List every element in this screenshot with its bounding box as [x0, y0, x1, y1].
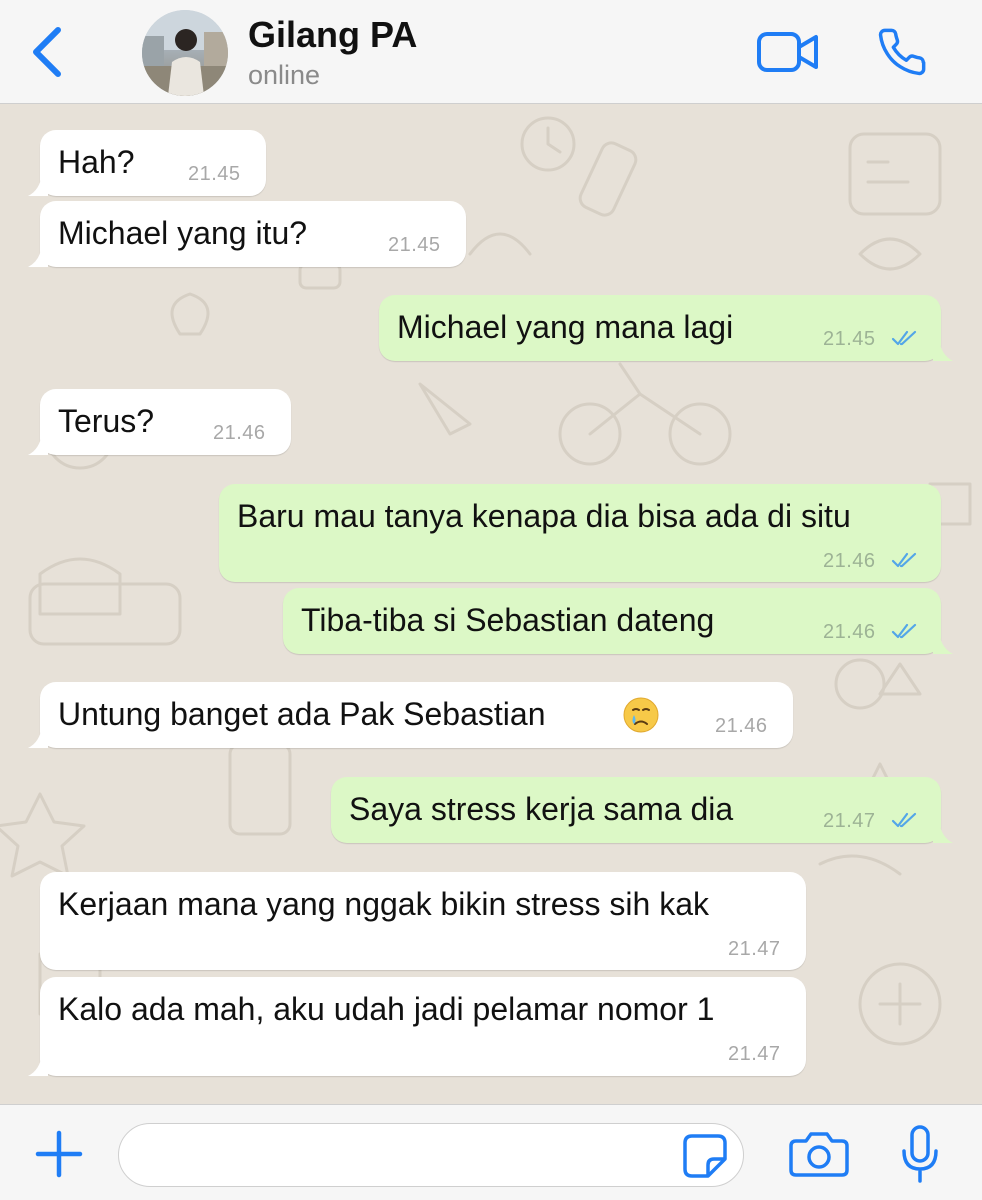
message-text: Michael yang itu? — [58, 215, 308, 251]
message-time: 21.46 — [715, 715, 768, 737]
message-bubble-outgoing[interactable]: Tiba-tiba si Sebastian dateng 21.46 — [283, 588, 953, 654]
back-button[interactable] — [28, 24, 68, 80]
message-bubble-incoming[interactable]: Michael yang itu? 21.45 — [28, 201, 466, 267]
bubble-tail — [28, 726, 48, 748]
sticker-button[interactable] — [682, 1133, 728, 1179]
message-text: Kerjaan mana yang nggak bikin stress sih… — [58, 886, 710, 922]
message-list[interactable]: Hah? 21.45 Michael yang itu? 21.45 Micha… — [0, 104, 982, 1104]
contact-name[interactable]: Gilang PA — [248, 14, 417, 56]
bubble-tail — [933, 821, 953, 843]
read-receipt-icon — [891, 330, 917, 346]
message-bubble-outgoing[interactable]: Michael yang mana lagi 21.45 — [379, 295, 953, 361]
message-composer — [0, 1104, 982, 1200]
message-time: 21.45 — [188, 163, 241, 185]
bubble-tail — [933, 339, 953, 361]
message-text: Tiba-tiba si Sebastian dateng — [301, 602, 715, 638]
message-bubble-outgoing[interactable]: Saya stress kerja sama dia 21.47 — [331, 777, 953, 843]
message-text: Saya stress kerja sama dia — [349, 791, 734, 827]
message-bubble-incoming[interactable]: Terus? 21.46 — [28, 389, 291, 455]
message-text: Terus? — [58, 403, 155, 439]
read-receipt-icon — [891, 623, 917, 639]
message-bubble-incoming[interactable]: Hah? 21.45 — [28, 130, 266, 196]
message-time: 21.47 — [728, 1043, 781, 1065]
voice-call-button[interactable] — [876, 26, 928, 78]
attach-button[interactable] — [34, 1129, 84, 1179]
video-camera-icon — [757, 32, 818, 72]
message-input[interactable] — [118, 1123, 744, 1187]
camera-button[interactable] — [788, 1129, 850, 1179]
phone-icon — [878, 28, 926, 76]
sad-relieved-face-emoji — [623, 697, 659, 733]
bubble-tail — [28, 174, 48, 196]
video-call-button[interactable] — [756, 30, 820, 74]
message-time: 21.46 — [823, 621, 876, 643]
message-time: 21.45 — [823, 328, 876, 350]
read-receipt-icon — [891, 552, 917, 568]
avatar-photo — [142, 10, 228, 96]
message-text: Kalo ada mah, aku udah jadi pelamar nomo… — [58, 991, 715, 1027]
bubble-tail — [28, 245, 48, 267]
message-bubble-incoming[interactable]: Kalo ada mah, aku udah jadi pelamar nomo… — [28, 977, 806, 1076]
bubble-tail — [28, 433, 48, 455]
message-text: Baru mau tanya kenapa dia bisa ada di si… — [237, 498, 851, 534]
message-time: 21.46 — [823, 550, 876, 572]
message-bubble-incoming[interactable]: Kerjaan mana yang nggak bikin stress sih… — [40, 872, 806, 970]
read-receipt-icon — [891, 812, 917, 828]
bubble-tail — [933, 632, 953, 654]
message-time: 21.47 — [728, 938, 781, 960]
contact-status: online — [248, 60, 321, 90]
message-text: Michael yang mana lagi — [397, 309, 734, 345]
message-text: Hah? — [58, 144, 135, 180]
message-text: Untung banget ada Pak Sebastian — [58, 696, 546, 732]
message-time: 21.45 — [388, 234, 441, 256]
chevron-left-icon — [33, 27, 61, 77]
message-time: 21.47 — [823, 810, 876, 832]
plus-icon — [35, 1130, 83, 1178]
contact-avatar[interactable] — [142, 10, 228, 96]
camera-icon — [789, 1132, 849, 1177]
bubble-tail — [28, 1054, 48, 1076]
message-time: 21.46 — [213, 422, 266, 444]
sticker-icon — [683, 1134, 727, 1178]
microphone-icon — [902, 1125, 938, 1183]
chat-header: Gilang PA online — [0, 0, 982, 104]
voice-message-button[interactable] — [898, 1123, 942, 1187]
message-bubble-incoming[interactable]: Untung banget ada Pak Sebastian 21.46 — [28, 682, 793, 748]
message-bubble-outgoing[interactable]: Baru mau tanya kenapa dia bisa ada di si… — [219, 484, 941, 582]
